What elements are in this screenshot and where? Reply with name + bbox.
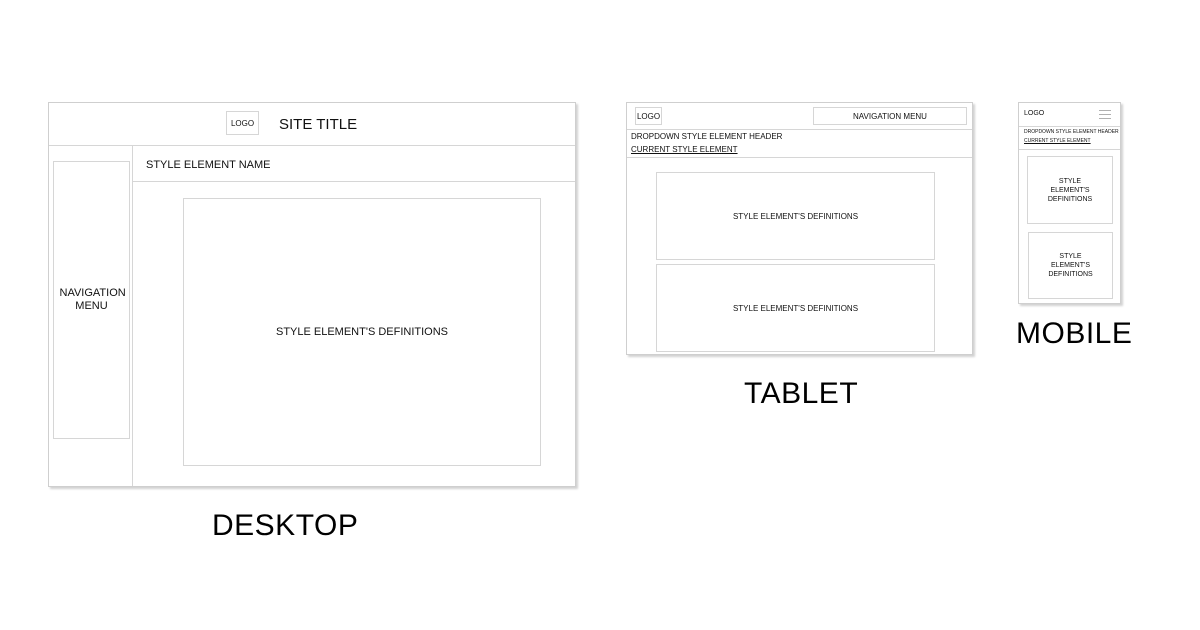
mobile-dropdown-divider: [1019, 149, 1120, 150]
mobile-caption: MOBILE: [1016, 317, 1133, 350]
tablet-current-element: CURRENT STYLE ELEMENT: [631, 145, 738, 154]
desktop-logo: LOGO: [226, 111, 259, 135]
desktop-navigation-menu: NAVIGATION MENU: [53, 161, 130, 439]
desktop-caption: DESKTOP: [212, 509, 359, 542]
mobile-definitions-panel: STYLE ELEMENT'S DEFINITIONS: [1028, 232, 1113, 299]
tablet-definitions-panel: STYLE ELEMENT'S DEFINITIONS: [656, 264, 935, 352]
desktop-style-element-name: STYLE ELEMENT NAME: [146, 159, 271, 171]
tablet-definitions-panel: STYLE ELEMENT'S DEFINITIONS: [656, 172, 935, 260]
desktop-definitions-label: STYLE ELEMENT'S DEFINITIONS: [275, 326, 449, 338]
tablet-navigation-menu: NAVIGATION MENU: [813, 107, 967, 125]
tablet-caption: TABLET: [744, 377, 859, 410]
desktop-header-divider: [49, 145, 575, 146]
mobile-wireframe: LOGO DROPDOWN STYLE ELEMENT HEADER CURRE…: [1018, 102, 1121, 304]
mobile-logo: LOGO: [1024, 110, 1045, 117]
desktop-wireframe: LOGO SITE TITLE NAVIGATION MENU STYLE EL…: [48, 102, 576, 487]
tablet-header-divider: [627, 129, 972, 130]
desktop-definitions-panel: STYLE ELEMENT'S DEFINITIONS: [183, 198, 541, 466]
tablet-dropdown-header: DROPDOWN STYLE ELEMENT HEADER: [631, 132, 783, 141]
tablet-wireframe: LOGO NAVIGATION MENU DROPDOWN STYLE ELEM…: [626, 102, 973, 355]
mobile-definitions-label: STYLE ELEMENT'S DEFINITIONS: [1047, 177, 1093, 203]
mobile-definitions-label: STYLE ELEMENT'S DEFINITIONS: [1048, 253, 1093, 278]
mobile-dropdown-header: DROPDOWN STYLE ELEMENT HEADER: [1024, 129, 1119, 135]
hamburger-menu-icon: [1099, 109, 1111, 121]
tablet-logo: LOGO: [635, 107, 662, 125]
desktop-navigation-menu-label: NAVIGATION MENU: [59, 287, 126, 312]
desktop-site-title: SITE TITLE: [279, 116, 358, 133]
desktop-name-divider: [133, 181, 575, 182]
mobile-current-element: CURRENT STYLE ELEMENT: [1024, 138, 1091, 144]
mobile-definitions-panel: STYLE ELEMENT'S DEFINITIONS: [1027, 156, 1113, 224]
mobile-header-divider: [1019, 126, 1120, 127]
desktop-sidebar-divider: [132, 146, 133, 486]
tablet-dropdown-divider: [627, 157, 972, 158]
